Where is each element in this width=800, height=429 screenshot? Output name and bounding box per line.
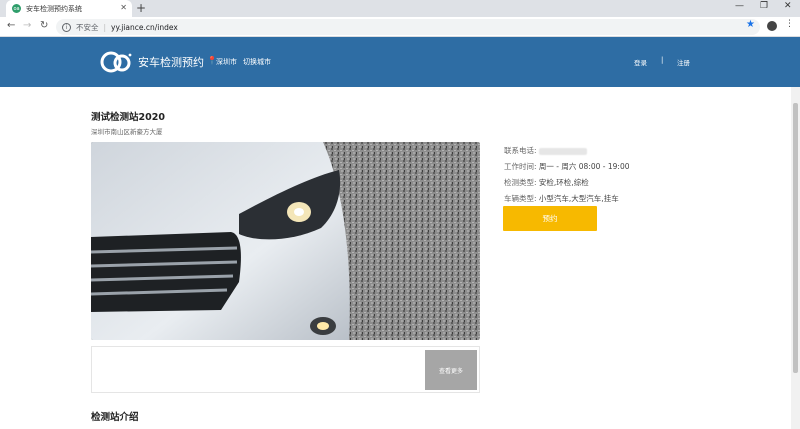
register-link[interactable]: 注册 — [677, 57, 690, 67]
switch-city-link[interactable]: 切换城市 — [243, 57, 271, 67]
vehicle-type-value: 小型汽车,大型汽车,挂车 — [538, 194, 619, 203]
phone-value-redacted — [538, 147, 587, 155]
forward-icon[interactable]: → — [23, 20, 31, 31]
window-close-icon[interactable]: ✕ — [784, 1, 792, 11]
browser-tabstrip: oa 安车检测预约系统 ✕ + — ❐ ✕ — [0, 0, 800, 17]
station-name: 测试检测站2020 — [91, 112, 165, 123]
url-text[interactable]: yy.jiance.cn/index — [111, 23, 178, 32]
maximize-icon[interactable]: ❐ — [760, 1, 768, 11]
site-title: 安车检测预约 — [138, 56, 204, 69]
vehicle-type-row: 车辆类型: 小型汽车,大型汽车,挂车 — [504, 193, 619, 204]
inspect-type-label: 检测类型: — [504, 178, 537, 187]
station-photo — [91, 142, 480, 340]
reload-icon[interactable]: ↻ — [40, 20, 48, 31]
phone-label: 联系电话: — [504, 146, 537, 155]
browser-tab[interactable]: oa 安车检测预约系统 ✕ — [6, 0, 132, 17]
bookmark-star-icon[interactable]: ★ — [746, 19, 755, 30]
address-bar[interactable]: i 不安全 | yy.jiance.cn/index — [56, 19, 760, 35]
hours-value: 周一 - 周六 08:00 - 19:00 — [538, 162, 630, 171]
profile-avatar-icon[interactable] — [767, 21, 777, 31]
book-button[interactable]: 预约 — [503, 206, 597, 231]
back-icon[interactable]: ← — [7, 20, 15, 31]
browser-toolbar: ← → ↻ i 不安全 | yy.jiance.cn/index — [0, 17, 800, 37]
vehicle-type-label: 车辆类型: — [504, 194, 537, 203]
info-icon[interactable]: i — [62, 22, 71, 32]
tab-title: 安车检测预约系统 — [26, 4, 82, 13]
nav-divider: | — [661, 56, 664, 64]
phone-row: 联系电话: — [504, 145, 587, 156]
current-city: 深圳市 — [216, 58, 237, 66]
browser-menu-icon[interactable]: ⋮ — [785, 19, 794, 29]
login-link[interactable]: 登录 — [634, 57, 647, 67]
hours-row: 工作时间: 周一 - 周六 08:00 - 19:00 — [504, 161, 629, 172]
logo-icon[interactable] — [100, 51, 132, 73]
new-tab-icon[interactable]: + — [136, 1, 146, 15]
photo-thumbnail-strip — [91, 346, 480, 393]
security-label: 不安全 — [76, 22, 99, 32]
inspect-type-row: 检测类型: 安检,环检,综检 — [504, 177, 589, 188]
inspect-type-value: 安检,环检,综检 — [538, 178, 589, 187]
intro-section-title: 检测站介绍 — [91, 412, 139, 423]
scrollbar-thumb[interactable] — [793, 103, 798, 373]
url-separator: | — [103, 22, 107, 32]
favicon-icon: oa — [12, 4, 21, 13]
close-icon[interactable]: ✕ — [120, 3, 127, 12]
hours-label: 工作时间: — [504, 162, 537, 171]
minimize-icon[interactable]: — — [735, 1, 744, 11]
station-address: 深圳市南山区新豪方大厦 — [91, 128, 163, 136]
view-more-button[interactable]: 查看更多 — [425, 350, 477, 390]
site-header: 安车检测预约 📍 深圳市 切换城市 登录 | 注册 — [0, 37, 800, 87]
